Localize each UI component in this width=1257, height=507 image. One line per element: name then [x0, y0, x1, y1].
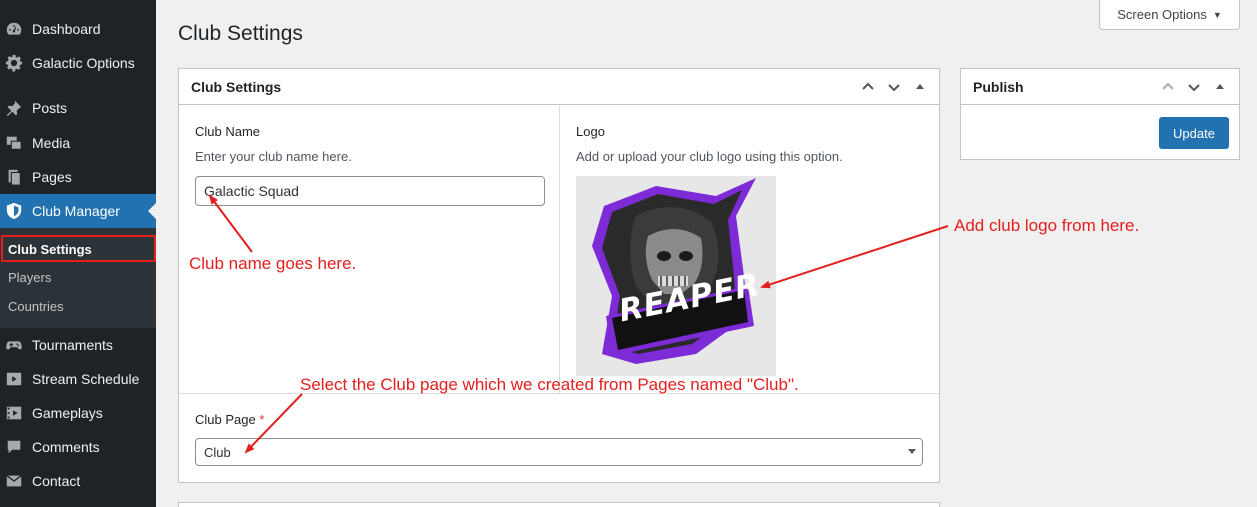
annotation-logo: Add club logo from here. [954, 216, 1140, 235]
menu-item-contact[interactable]: Contact [0, 464, 156, 498]
required-mark: * [259, 412, 265, 427]
logo-label: Logo [576, 124, 605, 139]
page-title: Club Settings [178, 22, 303, 45]
move-up-button[interactable] [855, 69, 881, 105]
club-logo-image[interactable]: REAPER [576, 176, 776, 376]
menu-item-gameplays[interactable]: Gameplays [0, 396, 156, 430]
pin-icon [4, 98, 24, 118]
screen-options-button[interactable]: Screen Options ▼ [1099, 0, 1240, 30]
menu-label: Posts [32, 100, 68, 116]
pages-icon [4, 167, 24, 187]
chevron-down-icon [888, 83, 900, 91]
shield-icon [4, 201, 24, 221]
dashboard-icon [4, 19, 24, 39]
menu-item-dashboard[interactable]: Dashboard [0, 12, 156, 46]
admin-sidebar: Dashboard Galactic Options Posts Media P… [0, 0, 156, 507]
chevron-down-icon [1188, 83, 1200, 91]
menu-item-galactic-options[interactable]: Galactic Options [0, 46, 156, 80]
comment-icon [4, 437, 24, 457]
club-settings-postbox: Club Settings Club Name Enter your club … [178, 68, 940, 483]
submenu-players[interactable]: Players [8, 270, 51, 285]
club-name-label: Club Name [195, 124, 261, 139]
caret-down-icon: ▼ [1212, 9, 1222, 20]
menu-label: Dashboard [32, 21, 101, 37]
highlight-box [1, 235, 156, 262]
club-name-input[interactable]: Galactic Squad [195, 176, 545, 206]
menu-label: Media [32, 135, 71, 151]
club-name-description: Enter your club name here. [195, 149, 352, 164]
mail-icon [4, 471, 24, 491]
film-icon [4, 403, 24, 423]
video-icon [4, 369, 24, 389]
next-postbox [178, 502, 940, 507]
menu-label: Club Manager [32, 203, 120, 219]
menu-label: Gameplays [32, 405, 103, 421]
screen-options-label: Screen Options [1117, 7, 1207, 22]
menu-item-pages[interactable]: Pages [0, 160, 156, 194]
update-button[interactable]: Update [1159, 117, 1229, 149]
menu-label: Galactic Options [32, 55, 135, 71]
menu-item-comments[interactable]: Comments [0, 430, 156, 464]
menu-label: Contact [32, 473, 81, 489]
chevron-up-icon [862, 82, 874, 90]
menu-item-club-manager[interactable]: Club Manager [0, 194, 156, 228]
annotation-club-name: Club name goes here. [189, 254, 357, 273]
chevron-up-icon [1162, 82, 1174, 90]
menu-item-tournaments[interactable]: Tournaments [0, 328, 156, 362]
column-divider [559, 106, 560, 393]
caret-down-icon [908, 449, 916, 454]
menu-label: Tournaments [32, 337, 113, 353]
toggle-panel-button[interactable] [907, 69, 933, 105]
submenu-countries[interactable]: Countries [8, 299, 64, 314]
media-icon [4, 133, 24, 153]
menu-item-posts[interactable]: Posts [0, 91, 156, 125]
triangle-up-icon [916, 83, 924, 89]
move-down-button[interactable] [1181, 69, 1207, 105]
club-page-select[interactable]: Club [195, 438, 923, 466]
postbox-title: Club Settings [191, 78, 282, 95]
gamepad-icon [4, 335, 24, 355]
menu-item-stream-schedule[interactable]: Stream Schedule [0, 362, 156, 396]
publish-title: Publish [973, 78, 1024, 95]
move-down-button[interactable] [881, 69, 907, 105]
menu-label: Stream Schedule [32, 371, 140, 387]
menu-label: Pages [32, 169, 72, 185]
club-page-label-text: Club Page [195, 412, 256, 427]
move-up-button[interactable] [1155, 69, 1181, 105]
toggle-panel-button[interactable] [1207, 69, 1233, 105]
menu-label: Comments [32, 439, 100, 455]
annotation-club-page: Select the Club page which we created fr… [300, 375, 799, 394]
club-page-label: Club Page * [195, 412, 264, 427]
triangle-up-icon [1216, 83, 1224, 89]
postbox-header: Publish [961, 69, 1239, 105]
gear-icon [4, 53, 24, 73]
club-page-selected-value: Club [204, 444, 231, 460]
postbox-header: Club Settings [179, 69, 939, 105]
menu-item-media[interactable]: Media [0, 126, 156, 160]
logo-description: Add or upload your club logo using this … [576, 149, 843, 164]
